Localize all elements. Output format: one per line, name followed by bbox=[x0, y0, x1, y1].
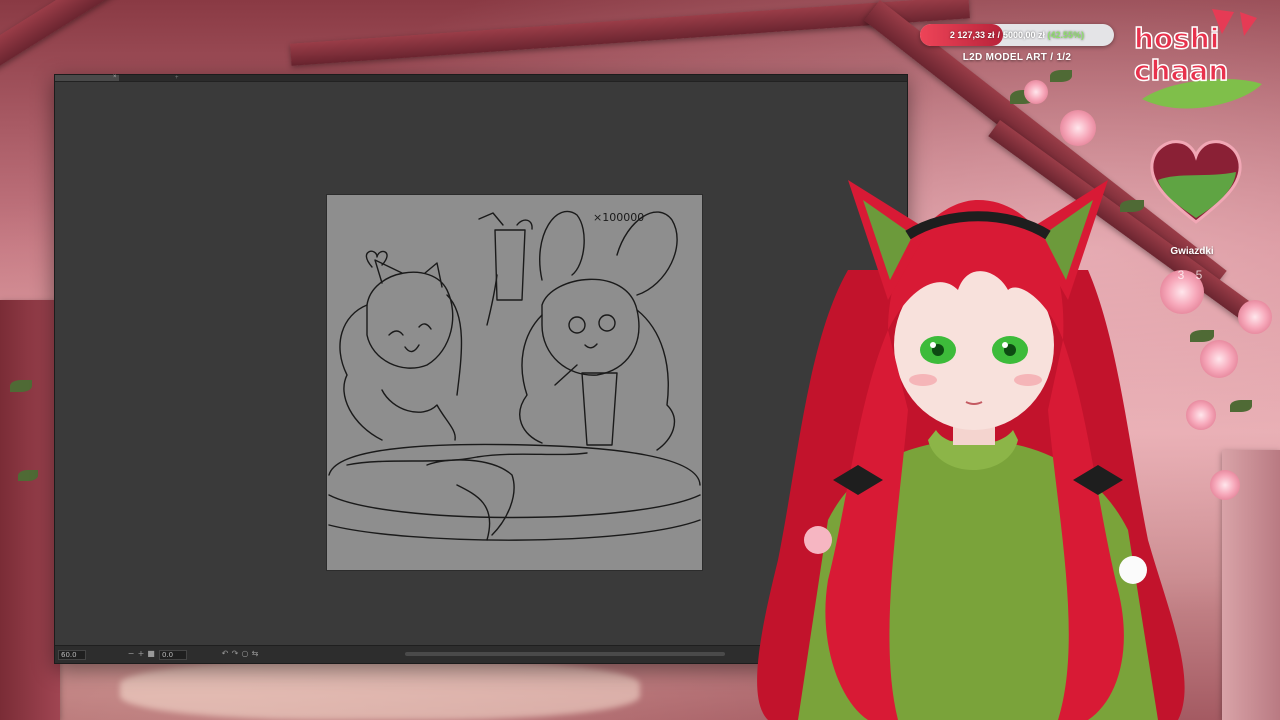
rotation-field[interactable]: 0.0 bbox=[159, 650, 187, 660]
stars-counter: 3 5 bbox=[1177, 268, 1207, 282]
canvas-caption: ×100000 bbox=[593, 211, 644, 224]
close-icon[interactable]: × bbox=[113, 74, 119, 80]
new-tab-icon[interactable]: + bbox=[175, 75, 185, 81]
left-girl-hair bbox=[339, 304, 383, 441]
horizontal-scrollbar[interactable] bbox=[405, 652, 725, 656]
tub-rim bbox=[328, 519, 701, 541]
leg bbox=[456, 484, 491, 541]
left-girl-mouth bbox=[404, 344, 420, 353]
leaf bbox=[18, 470, 38, 481]
goal-target: 5000,00 zł bbox=[1002, 30, 1046, 40]
right-girl-eye bbox=[598, 314, 616, 332]
hoshichaan-logo: hoshi chaan bbox=[1133, 9, 1262, 109]
right-girl-mouth bbox=[584, 343, 598, 349]
cup bbox=[581, 372, 618, 446]
drink-lemon bbox=[516, 219, 533, 230]
right-girl-eye bbox=[568, 316, 586, 334]
goal-percent: (42.55%) bbox=[1047, 30, 1085, 40]
zoom-out-icon[interactable]: − bbox=[127, 649, 135, 659]
leg bbox=[426, 459, 515, 536]
tub-rim bbox=[328, 494, 701, 519]
tub-rim bbox=[328, 443, 701, 486]
goal-current: 2 127,33 zł bbox=[949, 30, 995, 40]
right-girl-hair bbox=[636, 309, 676, 451]
logo-line-2: chaan bbox=[1134, 54, 1228, 87]
arm bbox=[486, 274, 498, 326]
right-girl-hair bbox=[519, 314, 543, 444]
leaf bbox=[1050, 70, 1072, 82]
left-girl-eye bbox=[418, 323, 432, 330]
goal-label: L2D MODEL ART / 1/2 bbox=[962, 52, 1072, 63]
goal-separator: / bbox=[997, 30, 1000, 40]
zoom-in-icon[interactable]: + bbox=[137, 649, 145, 659]
sketch-lineart: ×100000 bbox=[328, 210, 701, 541]
right-girl-ear bbox=[539, 210, 585, 281]
drawing-canvas[interactable]: ×100000 bbox=[326, 194, 703, 571]
donation-goal-bar: 2 127,33 zł/5000,00 zł (42.55%) bbox=[920, 24, 1114, 46]
water-line bbox=[346, 452, 588, 466]
app-tabbar: × + bbox=[55, 74, 907, 82]
logo-line-1: hoshi bbox=[1134, 22, 1219, 55]
drink-straw bbox=[478, 212, 504, 226]
roof-beam bbox=[0, 300, 60, 720]
flower bbox=[1210, 470, 1240, 500]
right-girl-ear bbox=[616, 211, 678, 296]
zoom-field[interactable]: 60.0 bbox=[58, 650, 86, 660]
donation-goal-text: 2 127,33 zł/5000,00 zł (42.55%) bbox=[920, 24, 1114, 46]
reset-rotation-icon[interactable]: ○ bbox=[241, 649, 249, 659]
floor-light bbox=[120, 660, 640, 720]
leaf bbox=[10, 380, 32, 392]
flower bbox=[1238, 300, 1272, 334]
vtuber-avatar bbox=[757, 180, 1185, 720]
leaf bbox=[1230, 400, 1252, 412]
left-girl-ear bbox=[374, 259, 403, 284]
left-girl-head bbox=[366, 271, 454, 369]
heart-icon bbox=[1150, 140, 1242, 224]
right-girl-head bbox=[541, 278, 640, 376]
left-girl-eye bbox=[388, 330, 404, 336]
left-girl-hair bbox=[446, 294, 463, 396]
document-tab[interactable] bbox=[55, 75, 119, 81]
left-girl-body bbox=[381, 389, 456, 441]
flip-icon[interactable]: ⇆ bbox=[251, 649, 259, 659]
rotate-left-icon[interactable]: ↶ bbox=[221, 649, 229, 659]
flower bbox=[1024, 80, 1048, 104]
rotate-right-icon[interactable]: ↷ bbox=[231, 649, 239, 659]
fit-icon[interactable]: ■ bbox=[147, 649, 155, 659]
stars-label: Gwiazdki bbox=[1170, 246, 1214, 257]
drink-glass bbox=[494, 229, 526, 301]
